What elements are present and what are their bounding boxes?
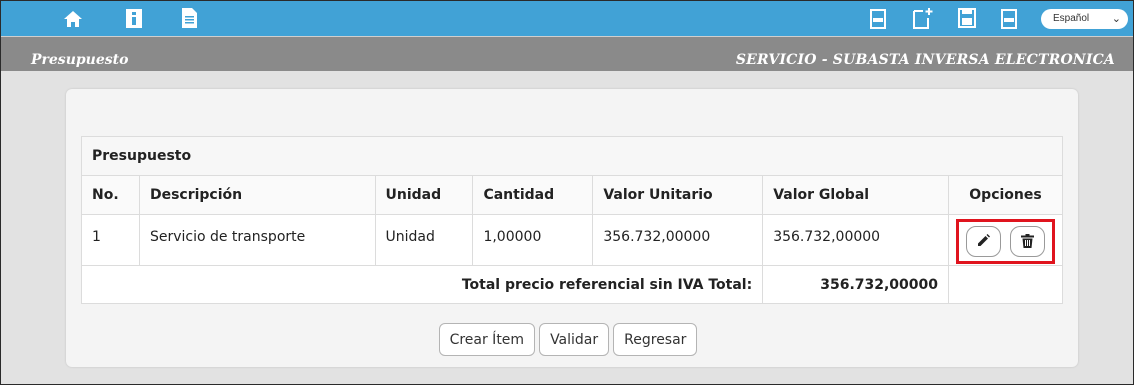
- column-header-description: Descripción: [138, 175, 376, 215]
- table-title: Presupuesto: [81, 136, 1063, 176]
- page-header: Presupuesto SERVICIO - SUBASTA INVERSA E…: [1, 36, 1133, 71]
- column-header-global-value: Valor Global: [762, 175, 950, 215]
- back-button[interactable]: Regresar: [613, 323, 698, 356]
- delete-button[interactable]: [1009, 225, 1045, 257]
- column-header-unit-value: Valor Unitario: [592, 175, 764, 215]
- language-select[interactable]: Español ⌄: [1041, 9, 1128, 29]
- table-title-row: Presupuesto: [81, 136, 1063, 176]
- process-type-title: SERVICIO - SUBASTA INVERSA ELECTRONICA: [735, 52, 1115, 68]
- new-document-icon[interactable]: [913, 7, 933, 33]
- cell-global-value: 356.732,00000: [762, 214, 950, 266]
- column-header-no: No.: [81, 175, 140, 215]
- delete-icon: [1020, 233, 1034, 248]
- document-icon[interactable]: [182, 8, 197, 32]
- page-title: Presupuesto: [31, 52, 129, 68]
- total-label: Total precio referencial sin IVA Total:: [80, 265, 764, 304]
- edit-button[interactable]: [966, 225, 1002, 257]
- edit-icon: [978, 233, 991, 246]
- cell-options: [948, 214, 1063, 266]
- cell-unit: Unidad: [374, 214, 474, 266]
- language-select-value: Español: [1053, 13, 1090, 24]
- column-header-unit: Unidad: [374, 175, 474, 215]
- column-header-options: Opciones: [948, 175, 1063, 215]
- pdf-icon[interactable]: [870, 9, 886, 33]
- chevron-down-icon: ⌄: [1111, 12, 1121, 25]
- action-buttons: Crear Ítem Validar Regresar: [0, 323, 1136, 356]
- cell-unit-value: 356.732,00000: [592, 214, 764, 266]
- cell-quantity: 1,00000: [472, 214, 594, 266]
- top-toolbar: Español ⌄: [1, 1, 1133, 36]
- column-header-quantity: Cantidad: [472, 175, 594, 215]
- validate-button[interactable]: Validar: [539, 323, 610, 356]
- total-value: 356.732,00000: [762, 265, 950, 304]
- cell-no: 1: [81, 214, 140, 266]
- create-item-button[interactable]: Crear Ítem: [438, 323, 536, 356]
- save-icon[interactable]: [958, 8, 976, 32]
- table-total-row: Total precio referencial sin IVA Total: …: [80, 265, 1063, 304]
- budget-table: Presupuesto No. Descripción Unidad Canti…: [80, 136, 1063, 304]
- home-icon[interactable]: [63, 10, 83, 32]
- options-highlight: [956, 218, 1055, 264]
- table-row: 1 Servicio de transporte Unidad 1,00000 …: [81, 214, 1063, 266]
- info-icon[interactable]: [126, 9, 142, 32]
- cell-description: Servicio de transporte: [138, 214, 376, 266]
- table-header-row: No. Descripción Unidad Cantidad Valor Un…: [81, 175, 1063, 215]
- pdf-icon[interactable]: [1001, 9, 1017, 33]
- total-empty-cell: [948, 265, 1063, 304]
